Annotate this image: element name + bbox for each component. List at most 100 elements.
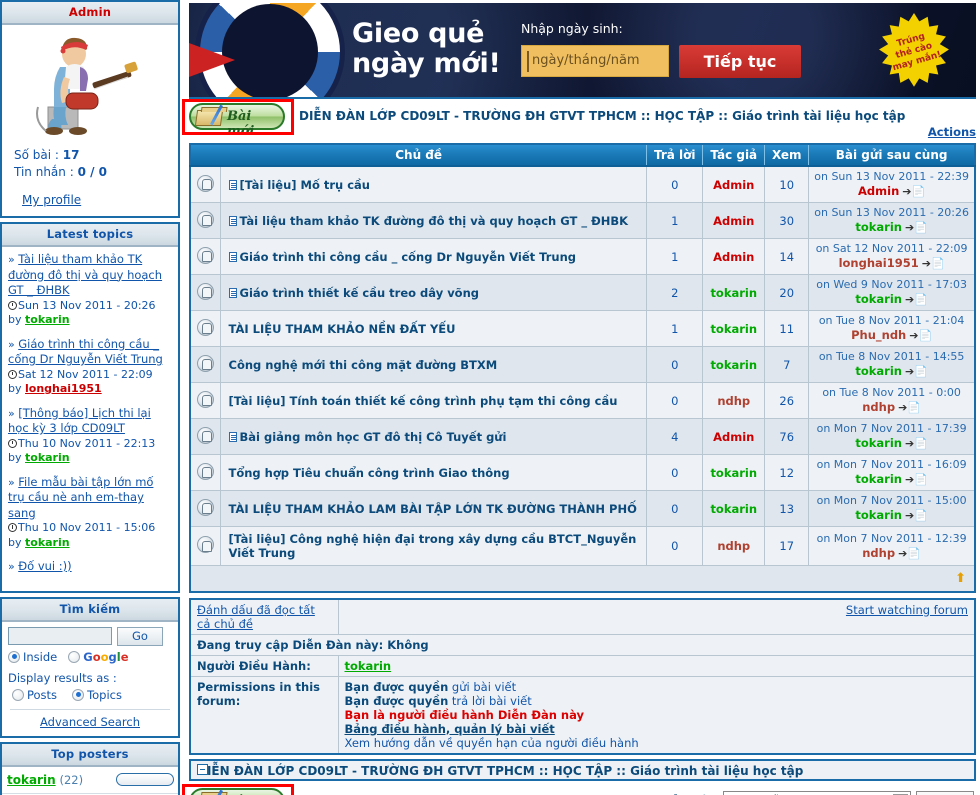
start-watching-link[interactable]: Start watching forum [846,603,968,617]
topic-title-link[interactable]: Giáo trình thiết kế cầu treo dây võng [240,286,480,300]
bullet-icon: » [8,475,15,489]
table-row[interactable]: [Tài liệu] Tính toán thiết kế công trình… [190,382,975,419]
topic-author[interactable]: ndhp [717,539,750,553]
last-post-author[interactable]: tokarin [855,472,902,486]
table-row[interactable]: Giáo trình thiết kế cầu treo dây võng 2 to… [190,274,975,311]
topic-title-link[interactable]: [Tài liệu] Mố trụ cầu [240,178,371,192]
radio-google[interactable] [68,650,81,663]
last-post-author[interactable]: ndhp [862,546,895,560]
main-content: Gieo quẻ ngày mới! Nhập ngày sinh: ngày/… [182,0,980,795]
table-row[interactable]: Bài giảng môn học GT đô thị Cô Tuyết gửi… [190,418,975,455]
last-post-author[interactable]: Phu_ndh [851,328,906,342]
top-posters-title: Top posters [2,743,178,767]
topic-title-link[interactable]: Tổng hợp Tiêu chuẩn công trình Giao thôn… [229,466,510,480]
search-go-button[interactable]: Go [117,626,163,646]
radio-topics[interactable] [72,688,85,701]
new-post-button-bottom[interactable]: Bài mới [189,787,285,795]
forum-jump-go-button[interactable]: Chuyển [916,790,974,795]
top-poster-name[interactable]: tokarin [7,773,56,787]
collapse-icon[interactable] [197,763,208,775]
banner-dob-input[interactable]: ngày/tháng/năm [521,45,669,77]
forum-jump-select[interactable]: Chọn Diễn Đàn ▼ [723,791,911,795]
moderator-name[interactable]: tokarin [345,659,392,673]
topic-title-link[interactable]: Công nghệ mới thi công mặt đường BTXM [229,358,498,372]
topic-author[interactable]: tokarin [710,502,757,516]
last-post-author[interactable]: tokarin [855,220,902,234]
latest-topic-link[interactable]: File mẫu bài tập lớn mố trụ cầu nè anh e… [8,475,153,520]
table-row[interactable]: TÀI LIỆU THAM KHẢO NỀN ĐẤT YẾU 1 tokarin 11… [190,310,975,347]
last-post-author[interactable]: tokarin [855,292,902,306]
goto-last-post-icon[interactable]: ➔📄 [905,365,928,379]
topic-author[interactable]: tokarin [710,466,757,480]
goto-last-post-icon[interactable]: ➔📄 [902,185,925,199]
goto-last-post-icon[interactable]: ➔📄 [922,257,945,271]
table-row[interactable]: Tài liệu tham khảo TK đường đô thị và qu… [190,202,975,239]
latest-topics-list: » Tài liệu tham khảo TK đường đô thị và … [2,247,178,591]
topic-author[interactable]: ndhp [717,394,750,408]
latest-topic-link[interactable]: Tài liệu tham khảo TK đường đô thị và qu… [8,252,162,297]
table-row[interactable]: [Tài liệu] Mố trụ cầu 0 Admin 10 on Sun 13 N… [190,166,975,203]
latest-topic-link[interactable]: [Thông báo] Lịch thi lại học kỳ 3 lớp CD… [8,406,151,436]
mark-all-read-link[interactable]: Đánh dấu đã đọc tất cả chủ đề [197,603,315,631]
no-new-posts-icon [196,282,214,300]
latest-topic-author[interactable]: longhai1951 [25,382,102,395]
radio-posts[interactable] [12,688,24,701]
topic-author[interactable]: tokarin [710,322,757,336]
advertisement-banner[interactable]: Gieo quẻ ngày mới! Nhập ngày sinh: ngày/… [189,3,976,99]
latest-topics-panel: Latest topics » Tài liệu tham khảo TK đư… [0,222,180,593]
moderator-label: Người Điều Hành: [190,655,339,677]
topic-title-link[interactable]: Bài giảng môn học GT đô thị Cô Tuyết gửi [240,430,507,444]
permission-line[interactable]: Bảng điều hành, quản lý bài viết [345,722,969,736]
search-input[interactable] [8,627,112,645]
back-to-top-icon[interactable]: ⬆ [955,571,966,586]
my-profile-link[interactable]: My profile [22,193,81,207]
breadcrumb-path-bottom[interactable]: DIỄN ĐÀN LỚP CD09LT - TRƯỜNG ĐH GTVT TPH… [197,764,803,778]
last-post-author[interactable]: tokarin [855,508,902,522]
topic-author[interactable]: Admin [713,178,754,192]
topic-title-link[interactable]: Tài liệu tham khảo TK đường đô thị và qu… [240,214,629,228]
last-post-author[interactable]: ndhp [862,400,895,414]
latest-topic-author[interactable]: tokarin [25,536,70,549]
latest-topic-link[interactable]: Giáo trình thi công cầu _ cống Dr Nguyễn… [8,337,163,367]
topic-title-link[interactable]: Giáo trình thi công cầu _ cống Dr Nguyễn… [240,250,577,264]
topic-title-link[interactable]: [Tài liệu] Tính toán thiết kế công trình… [229,394,618,408]
last-post-author[interactable]: longhai1951 [839,256,919,270]
actions-link[interactable]: Actions [928,125,976,139]
table-row[interactable]: Giáo trình thi công cầu _ cống Dr Nguyễn… [190,238,975,275]
goto-last-post-icon[interactable]: ➔📄 [905,509,928,523]
table-row[interactable]: TÀI LIỆU THAM KHẢO LAM BÀI TẬP LỚN TK ĐƯ… [190,490,975,527]
topic-title-link[interactable]: TÀI LIỆU THAM KHẢO LAM BÀI TẬP LỚN TK ĐƯ… [229,502,637,516]
advanced-search-link[interactable]: Advanced Search [40,715,140,729]
permission-line: Bạn là người điều hành Diễn Đàn này [344,707,585,722]
last-post-author[interactable]: tokarin [855,436,902,450]
topic-author[interactable]: Admin [713,250,754,264]
latest-topic-author[interactable]: tokarin [25,313,70,326]
banner-continue-button[interactable]: Tiếp tục [679,45,801,78]
breadcrumb-path-top[interactable]: DIỄN ĐÀN LỚP CD09LT - TRƯỜNG ĐH GTVT TPH… [299,109,905,123]
goto-last-post-icon[interactable]: ➔📄 [905,221,928,235]
topic-author[interactable]: tokarin [710,358,757,372]
topic-title-link[interactable]: [Tài liệu] Công nghệ hiện đại trong xây … [229,532,637,560]
topic-author[interactable]: Admin [713,214,754,228]
goto-last-post-icon[interactable]: ➔📄 [905,437,928,451]
latest-topic-link[interactable]: Đố vui :)) [18,559,71,573]
table-row[interactable]: Công nghệ mới thi công mặt đường BTXM 0 to… [190,346,975,383]
topic-author[interactable]: Admin [713,430,754,444]
permission-rest: gửi bài viết [448,679,517,694]
table-row[interactable]: [Tài liệu] Công nghệ hiện đại trong xây … [190,526,975,566]
new-post-button-top[interactable]: Bài mới [189,103,285,139]
goto-last-post-icon[interactable]: ➔📄 [905,293,928,307]
radio-inside[interactable] [8,650,20,663]
last-post-author[interactable]: Admin [858,184,899,198]
goto-last-post-icon[interactable]: ➔📄 [909,329,932,343]
goto-last-post-icon[interactable]: ➔📄 [898,401,921,415]
topic-views: 12 [764,454,810,491]
goto-last-post-icon[interactable]: ➔📄 [905,473,928,487]
table-row[interactable]: Tổng hợp Tiêu chuẩn công trình Giao thôn… [190,454,975,491]
topic-author[interactable]: tokarin [710,286,757,300]
latest-topic-author[interactable]: tokarin [25,451,70,464]
last-post-author[interactable]: tokarin [855,364,902,378]
no-new-posts-icon [196,354,214,372]
goto-last-post-icon[interactable]: ➔📄 [898,547,921,561]
topic-title-link[interactable]: TÀI LIỆU THAM KHẢO NỀN ĐẤT YẾU [229,322,456,336]
